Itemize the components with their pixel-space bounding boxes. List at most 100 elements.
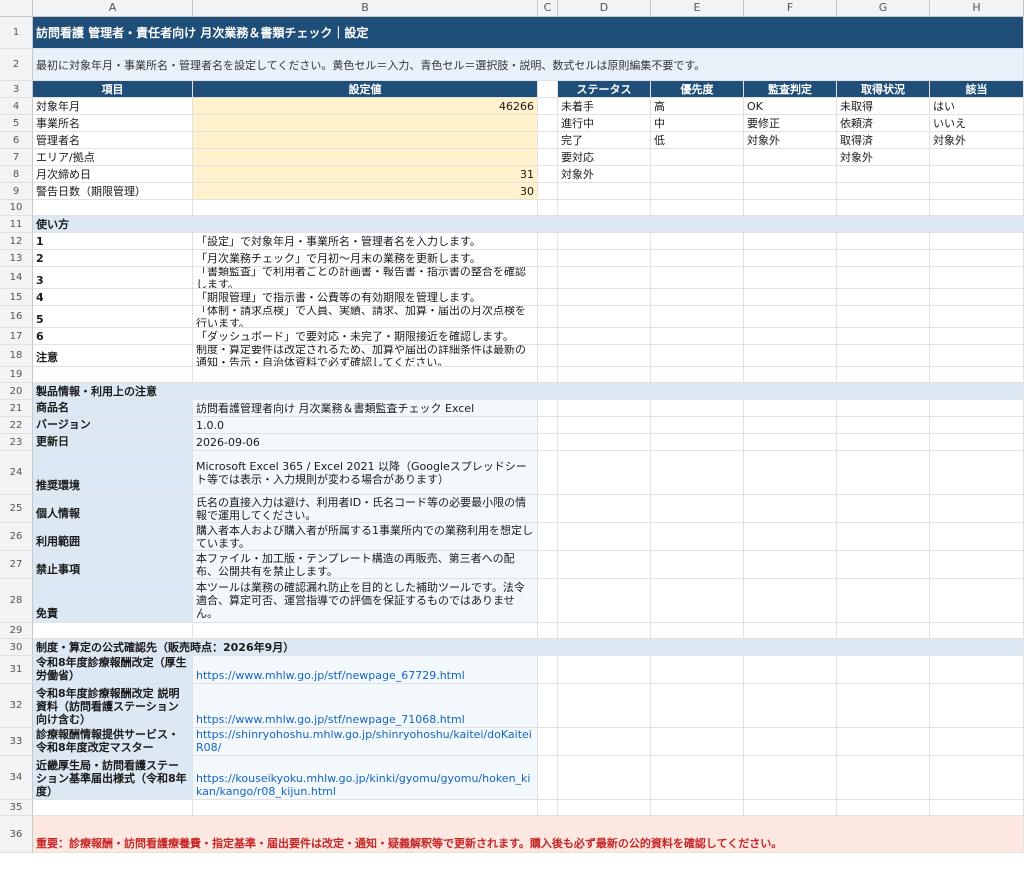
grid-cell[interactable] [651,166,744,183]
list-option[interactable]: はい [930,98,1024,115]
grid-cell[interactable] [538,623,558,639]
grid-cell[interactable] [651,728,744,756]
row-header-21[interactable]: 21 [0,400,33,417]
product-value[interactable]: 本ファイル・加工版・テンプレート構造の再販売、第三者への配布、公開共有を禁止しま… [193,551,538,579]
setting-value-input[interactable]: 31 [193,166,538,183]
product-label[interactable]: 利用範囲 [33,523,193,551]
row-header-20[interactable]: 20 [0,383,33,400]
column-header-e[interactable]: E [651,0,744,17]
row-header-27[interactable]: 27 [0,551,33,579]
grid-cell[interactable] [538,756,558,800]
grid-cell[interactable] [651,495,744,523]
grid-cell[interactable] [744,756,837,800]
grid-cell[interactable] [558,345,651,367]
grid-cell[interactable] [538,728,558,756]
grid-cell[interactable] [538,417,558,434]
source-link[interactable]: https://kouseikyoku.mhlw.go.jp/kinki/gyo… [193,756,538,800]
grid-cell[interactable] [837,800,930,816]
row-header-30[interactable]: 30 [0,639,33,656]
grid-cell[interactable] [558,579,651,623]
setting-label[interactable]: 対象年月 [33,98,193,115]
grid-cell[interactable] [930,579,1024,623]
grid-cell[interactable] [558,728,651,756]
grid-cell[interactable] [930,250,1024,267]
product-value[interactable]: 購入者本人および購入者が所属する1事業所内での業務利用を想定しています。 [193,523,538,551]
usage-step-number[interactable]: 6 [33,328,193,345]
row-header-26[interactable]: 26 [0,523,33,551]
grid-cell[interactable] [744,800,837,816]
usage-step-number[interactable]: 5 [33,306,193,328]
grid-cell[interactable] [558,523,651,551]
grid-cell[interactable] [558,800,651,816]
grid-cell[interactable] [558,495,651,523]
grid-cell[interactable] [930,233,1024,250]
grid-cell[interactable] [33,800,193,816]
grid-cell[interactable] [558,417,651,434]
grid-cell[interactable] [538,800,558,816]
row-header-14[interactable]: 14 [0,267,33,289]
grid-cell[interactable] [538,400,558,417]
grid-cell[interactable] [33,623,193,639]
product-value[interactable]: Microsoft Excel 365 / Excel 2021 以降（Goog… [193,451,538,495]
grid-cell[interactable] [744,233,837,250]
source-label[interactable]: 令和8年度診療報酬改定 説明資料（訪問看護ステーション向け含む） [33,684,193,728]
grid-cell[interactable] [558,551,651,579]
usage-step-number[interactable]: 2 [33,250,193,267]
list-option[interactable]: OK [744,98,837,115]
grid-cell[interactable] [930,200,1024,216]
list-header[interactable]: 監査判定 [744,81,837,98]
grid-cell[interactable] [538,579,558,623]
grid-cell[interactable] [837,684,930,728]
list-header[interactable]: 優先度 [651,81,744,98]
grid-cell[interactable] [930,451,1024,495]
row-header-24[interactable]: 24 [0,451,33,495]
column-header-h[interactable]: H [930,0,1024,17]
grid-cell[interactable] [930,495,1024,523]
product-label[interactable]: 免責 [33,579,193,623]
grid-cell[interactable] [538,328,558,345]
source-label[interactable]: 近畿厚生局・訪問看護ステーション基準届出様式（令和8年度） [33,756,193,800]
list-option[interactable]: 要対応 [558,149,651,166]
grid-cell[interactable] [837,183,930,200]
product-label[interactable]: 個人情報 [33,495,193,523]
grid-cell[interactable] [651,149,744,166]
grid-cell[interactable] [930,523,1024,551]
grid-cell[interactable] [837,417,930,434]
grid-cell[interactable] [744,656,837,684]
grid-cell[interactable] [930,756,1024,800]
usage-section-title[interactable]: 使い方 [33,216,1024,233]
grid-cell[interactable] [930,289,1024,306]
grid-cell[interactable] [558,250,651,267]
grid-cell[interactable] [744,345,837,367]
grid-cell[interactable] [651,345,744,367]
grid-cell[interactable] [930,345,1024,367]
grid-cell[interactable] [837,233,930,250]
select-all-corner[interactable] [0,0,33,17]
list-option[interactable]: いいえ [930,115,1024,132]
list-header[interactable]: 取得状況 [837,81,930,98]
grid-cell[interactable] [837,345,930,367]
usage-step-text[interactable]: 「設定」で対象年月・事業所名・管理者名を入力します。 [193,233,538,250]
grid-cell[interactable] [837,728,930,756]
grid-cell[interactable] [837,267,930,289]
grid-cell[interactable] [744,579,837,623]
grid-cell[interactable] [193,200,538,216]
grid-cell[interactable] [651,289,744,306]
product-value[interactable]: 本ツールは業務の確認漏れ防止を目的とした補助ツールです。法令適合、算定可否、運営… [193,579,538,623]
grid-cell[interactable] [744,684,837,728]
grid-cell[interactable] [837,367,930,383]
product-label[interactable]: バージョン [33,417,193,434]
usage-step-number[interactable]: 4 [33,289,193,306]
grid-cell[interactable] [744,306,837,328]
grid-cell[interactable] [930,551,1024,579]
setting-value-input[interactable] [193,115,538,132]
grid-cell[interactable] [558,289,651,306]
usage-step-text[interactable]: 「月次業務チェック」で月初〜月末の業務を更新します。 [193,250,538,267]
usage-step-text[interactable]: 「書類監査」で利用者ごとの計画書・報告書・指示書の整合を確認します。 [193,267,538,289]
grid-cell[interactable] [558,684,651,728]
list-header[interactable]: 該当 [930,81,1024,98]
grid-cell[interactable] [558,306,651,328]
list-option[interactable]: 対象外 [837,149,930,166]
grid-cell[interactable] [744,495,837,523]
grid-cell[interactable] [558,267,651,289]
